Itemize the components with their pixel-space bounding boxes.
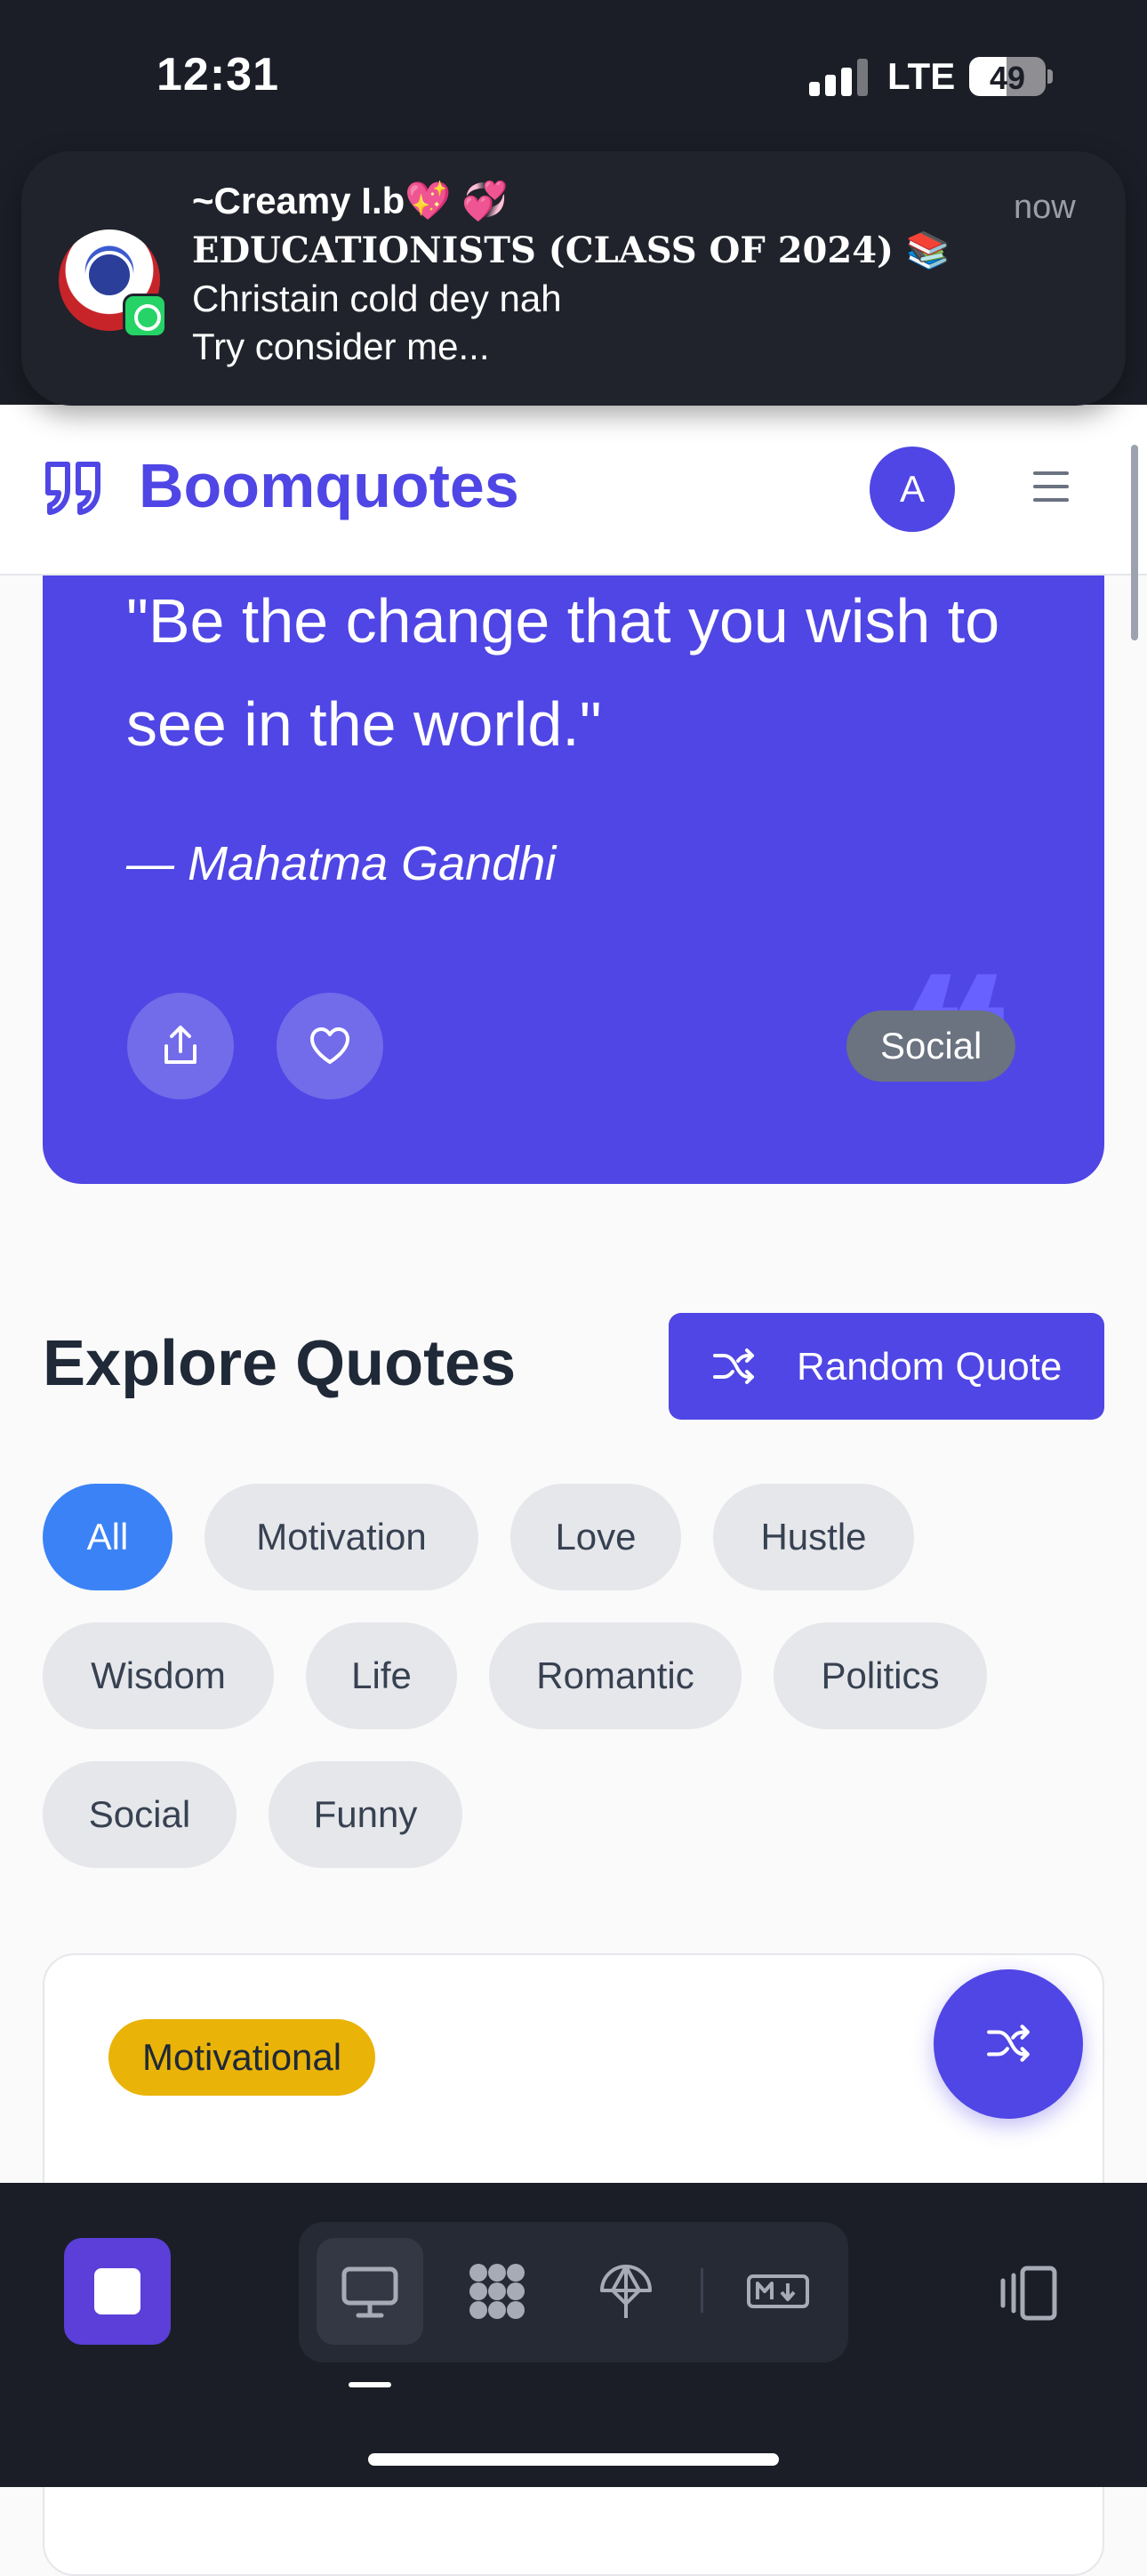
- share-button[interactable]: [127, 993, 234, 1099]
- cellular-signal-icon: [809, 59, 868, 96]
- category-chip-wisdom[interactable]: Wisdom: [43, 1622, 274, 1729]
- heart-icon: [310, 1027, 349, 1064]
- notification-time: now: [1014, 189, 1076, 226]
- shuffle-icon: [713, 1348, 754, 1384]
- desktop-icon[interactable]: [339, 2260, 401, 2322]
- scrollbar[interactable]: [1131, 445, 1138, 640]
- network-type: LTE: [887, 55, 956, 97]
- category-chip-romantic[interactable]: Romantic: [489, 1622, 742, 1729]
- featured-quote-author: — Mahatma Gandhi: [126, 837, 557, 890]
- floating-shuffle-button[interactable]: [934, 1969, 1083, 2119]
- random-quote-label[interactable]: Random Quote: [797, 1345, 1062, 1389]
- notification-sender: ~Creamy I.b💖 💞: [192, 180, 509, 221]
- status-time: 12:31: [156, 49, 279, 101]
- brand-name[interactable]: Boomquotes: [139, 450, 519, 521]
- category-chip-motivation[interactable]: Motivation: [205, 1484, 478, 1590]
- device-rotate-icon[interactable]: [996, 2265, 1060, 2322]
- whatsapp-icon: [123, 294, 167, 338]
- home-indicator[interactable]: [368, 2453, 779, 2466]
- markdown-icon[interactable]: [747, 2260, 809, 2322]
- category-chip-funny[interactable]: Funny: [269, 1761, 462, 1868]
- like-button[interactable]: [277, 993, 383, 1099]
- category-chip-all[interactable]: All: [43, 1484, 172, 1590]
- category-chip-life[interactable]: Life: [306, 1622, 457, 1729]
- category-chip-hustle[interactable]: Hustle: [713, 1484, 914, 1590]
- explore-title: Explore Quotes: [43, 1328, 517, 1399]
- notification-banner[interactable]: [21, 151, 1126, 406]
- quote-logo-icon: [45, 462, 100, 515]
- tool-divider: [701, 2268, 703, 2313]
- battery-level: 49: [989, 60, 1026, 96]
- category-chip-love[interactable]: Love: [510, 1484, 681, 1590]
- share-icon: [164, 1026, 197, 1064]
- selected-tool-indicator: [349, 2382, 391, 2387]
- category-chip-social[interactable]: Social: [43, 1761, 237, 1868]
- app-switcher-button[interactable]: [64, 2238, 171, 2345]
- hamburger-menu-icon[interactable]: [1033, 471, 1069, 502]
- shuffle-icon: [987, 2025, 1030, 2062]
- apps-grid-icon[interactable]: [466, 2260, 528, 2322]
- featured-quote-tag[interactable]: Social: [846, 1010, 1016, 1082]
- notification-group: EDUCATIONISTS (CLASS OF 2024) 📚: [192, 229, 950, 271]
- battery-icon: 49: [969, 57, 1046, 96]
- network-icon[interactable]: [595, 2260, 657, 2322]
- notification-message-line2: Try consider me...: [192, 326, 490, 367]
- battery-tip: [1047, 69, 1053, 84]
- category-chip-politics[interactable]: Politics: [774, 1622, 987, 1729]
- featured-quote-text: "Be the change that you wish to see in t…: [126, 586, 1000, 759]
- quote-card-tag[interactable]: Motivational: [108, 2019, 376, 2096]
- notification-message-line1: Christain cold dey nah: [192, 278, 562, 319]
- user-avatar[interactable]: A: [870, 447, 955, 532]
